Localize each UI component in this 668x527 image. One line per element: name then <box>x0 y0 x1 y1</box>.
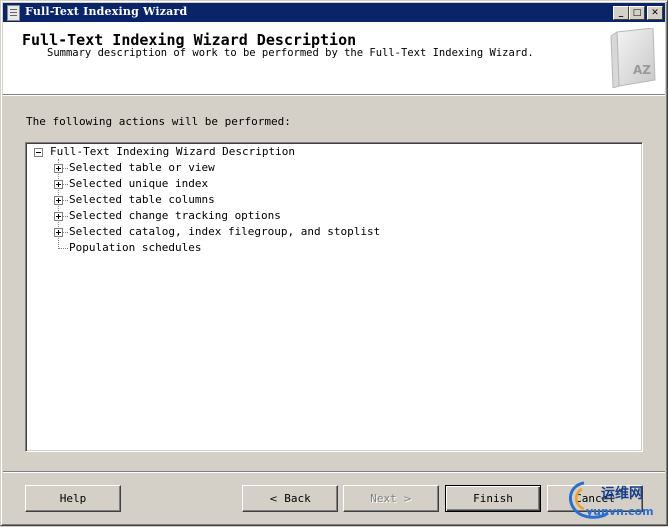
next-button-label: Next <box>370 492 397 505</box>
expand-icon[interactable] <box>54 196 63 205</box>
next-button[interactable]: Next > <box>343 485 439 512</box>
tree-item-schedules[interactable]: Population schedules <box>69 241 201 254</box>
expand-icon[interactable] <box>54 180 63 189</box>
expand-icon[interactable] <box>54 228 63 237</box>
tree-branch <box>58 248 68 249</box>
tree-branch <box>63 200 68 201</box>
next-arrow-icon: > <box>403 494 412 505</box>
title-bar[interactable]: Full-Text Indexing Wizard _ □ ✕ <box>3 3 665 22</box>
watermark-logo: 运维网 yunvn.com <box>564 477 668 527</box>
help-button-label: Help <box>59 492 87 505</box>
watermark-text-cn: 运维网 <box>601 486 643 502</box>
tree-branch <box>63 232 68 233</box>
wizard-window: Full-Text Indexing Wizard _ □ ✕ Full-Tex… <box>0 0 668 526</box>
back-button[interactable]: < Back <box>242 485 338 512</box>
maximize-button[interactable]: □ <box>629 6 645 20</box>
actions-prompt: The following actions will be performed: <box>26 115 291 128</box>
footer-divider <box>3 471 665 473</box>
tree-item-change-tracking[interactable]: Selected change tracking options <box>69 209 281 222</box>
expand-icon[interactable] <box>54 212 63 221</box>
collapse-icon[interactable] <box>34 148 43 157</box>
book-az-icon: AZ <box>610 28 656 88</box>
book-az-label: AZ <box>633 63 651 77</box>
finish-button-label: Finish <box>473 492 513 505</box>
back-arrow-icon: < <box>269 494 278 505</box>
window-title: Full-Text Indexing Wizard <box>25 5 188 18</box>
tree-item-catalog[interactable]: Selected catalog, index filegroup, and s… <box>69 225 380 238</box>
tree-branch <box>63 168 68 169</box>
actions-tree[interactable]: Full-Text Indexing Wizard Description Se… <box>25 142 643 452</box>
minimize-button[interactable]: _ <box>613 6 629 20</box>
tree-item-table[interactable]: Selected table or view <box>69 161 215 174</box>
watermark-text-url: yunvn.com <box>586 505 654 518</box>
close-button[interactable]: ✕ <box>647 6 663 20</box>
app-icon <box>7 5 20 21</box>
finish-button[interactable]: Finish <box>445 485 541 512</box>
tree-branch <box>63 216 68 217</box>
back-button-label: Back <box>284 492 311 505</box>
expand-icon[interactable] <box>54 164 63 173</box>
header-divider <box>3 95 665 96</box>
wizard-header: Full-Text Indexing Wizard Description Su… <box>3 22 665 95</box>
tree-item-unique-index[interactable]: Selected unique index <box>69 177 208 190</box>
page-subtitle: Summary description of work to be perfor… <box>47 47 534 59</box>
help-button[interactable]: Help <box>25 485 121 512</box>
tree-branch <box>63 184 68 185</box>
tree-root[interactable]: Full-Text Indexing Wizard Description <box>50 145 295 158</box>
tree-item-columns[interactable]: Selected table columns <box>69 193 215 206</box>
